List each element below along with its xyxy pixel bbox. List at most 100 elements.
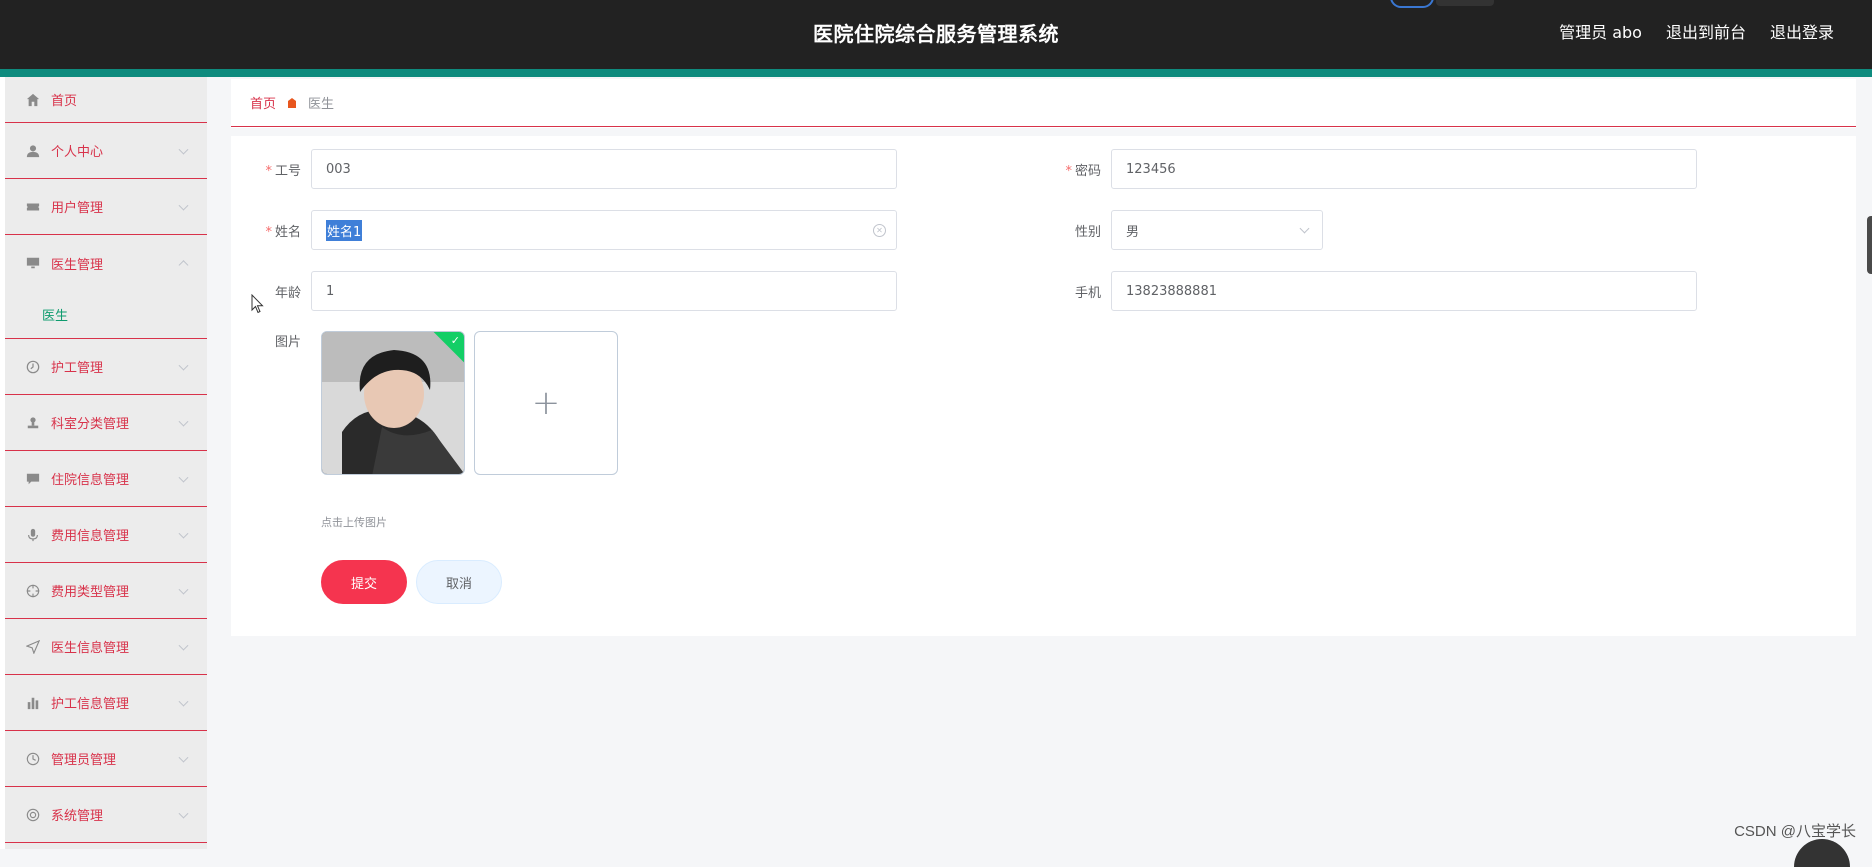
stamp-icon	[25, 415, 41, 431]
sidebar-item-label: 医生信息管理	[51, 637, 129, 656]
chevron-down-icon	[179, 416, 189, 426]
phone-row: 手机 13823888881	[1031, 271, 1697, 311]
chevron-down-icon	[179, 808, 189, 818]
breadcrumb-separator-icon	[286, 97, 298, 109]
sidebar-item-nurse-info-management[interactable]: 护工信息管理	[5, 675, 207, 731]
picture-label-row: 图片	[231, 331, 311, 350]
gender-row: 性别 男	[1031, 210, 1323, 250]
age-input[interactable]: 1	[311, 271, 897, 311]
check-icon: ✓	[451, 334, 460, 347]
upload-tip: 点击上传图片	[321, 514, 387, 530]
phone-label: 手机	[1031, 282, 1111, 301]
sidebar-item-admin-management[interactable]: 管理员管理	[5, 731, 207, 787]
name-input[interactable]: 姓名1 ✕	[311, 210, 897, 250]
job-no-input[interactable]: 003	[311, 149, 897, 189]
home-icon	[25, 92, 41, 108]
breadcrumb-home[interactable]: 首页	[250, 93, 276, 112]
sidebar-item-doctor-info-management[interactable]: 医生信息管理	[5, 619, 207, 675]
avatar-label	[1436, 0, 1494, 6]
top-header: 医院住院综合服务管理系统 管理员 abo 退出到前台 退出登录	[0, 0, 1872, 70]
password-label: *密码	[1031, 160, 1111, 179]
chevron-up-icon	[179, 260, 189, 270]
chevron-down-icon	[179, 472, 189, 482]
picture-label: 图片	[231, 331, 311, 350]
gender-select-value: 男	[1126, 221, 1139, 240]
location-arrow-icon	[25, 639, 41, 655]
chevron-down-icon	[179, 640, 189, 650]
clock-icon	[25, 359, 41, 375]
sidebar-item-label: 系统管理	[51, 805, 103, 824]
gender-select[interactable]: 男	[1111, 210, 1323, 250]
age-label: 年龄	[231, 282, 311, 301]
floating-widget	[1794, 839, 1850, 867]
password-row: *密码 123456	[1031, 149, 1697, 189]
sidebar-item-label: 医生管理	[51, 254, 103, 273]
upload-add-button[interactable]: +	[474, 331, 618, 475]
sidebar-menu: 首页 个人中心 用户管理 医生管理 医生 护工管理 科室分类管理	[5, 77, 207, 849]
watermark: CSDN @八宝学长	[1734, 820, 1856, 841]
sidebar-item-label: 护工信息管理	[51, 693, 129, 712]
job-no-label: *工号	[231, 160, 311, 179]
sidebar-item-user-management[interactable]: 用户管理	[5, 179, 207, 235]
sidebar-item-department-management[interactable]: 科室分类管理	[5, 395, 207, 451]
mouse-cursor-icon	[251, 294, 265, 314]
chevron-down-icon	[179, 528, 189, 538]
sidebar-item-fee-management[interactable]: 费用信息管理	[5, 507, 207, 563]
to-front-link[interactable]: 退出到前台	[1666, 19, 1746, 43]
header-accent-bar	[0, 69, 1872, 77]
microphone-icon	[25, 527, 41, 543]
phone-input[interactable]: 13823888881	[1111, 271, 1697, 311]
required-mark: *	[1065, 164, 1072, 179]
clear-icon[interactable]: ✕	[873, 224, 886, 237]
chevron-down-icon	[179, 752, 189, 762]
sidebar-item-system-management[interactable]: 系统管理	[5, 787, 207, 843]
chevron-down-icon	[179, 584, 189, 594]
ticket-icon	[25, 199, 41, 215]
cancel-button[interactable]: 取消	[416, 560, 502, 604]
avatar[interactable]	[1390, 0, 1434, 8]
required-mark: *	[265, 225, 272, 240]
target-icon	[25, 583, 41, 599]
name-row: *姓名 姓名1 ✕	[231, 210, 897, 250]
name-input-value: 姓名1	[326, 220, 362, 241]
sidebar-item-personal-center[interactable]: 个人中心	[5, 123, 207, 179]
sidebar-item-doctor-management[interactable]: 医生管理	[5, 235, 207, 291]
sidebar-item-label: 个人中心	[51, 141, 103, 160]
time-icon	[25, 751, 41, 767]
breadcrumb-current: 医生	[308, 93, 334, 112]
chevron-down-icon	[179, 696, 189, 706]
sidebar-item-label: 管理员管理	[51, 749, 116, 768]
chevron-down-icon	[179, 144, 189, 154]
sidebar-item-fee-type-management[interactable]: 费用类型管理	[5, 563, 207, 619]
portrait-image	[322, 332, 465, 475]
submit-button[interactable]: 提交	[321, 560, 407, 604]
sidebar-item-nurse-management[interactable]: 护工管理	[5, 339, 207, 395]
current-user: 管理员 abo	[1559, 19, 1642, 43]
setting-icon	[25, 807, 41, 823]
age-row: 年龄 1	[231, 271, 897, 311]
chevron-down-icon	[179, 360, 189, 370]
sidebar-item-admission-management[interactable]: 住院信息管理	[5, 451, 207, 507]
sidebar-item-label: 首页	[51, 90, 77, 109]
sidebar-item-label: 科室分类管理	[51, 413, 129, 432]
sidebar-item-home[interactable]: 首页	[5, 77, 207, 123]
monitor-icon	[25, 255, 41, 271]
logout-link[interactable]: 退出登录	[1770, 19, 1834, 43]
uploaded-picture-thumbnail[interactable]: ✓	[321, 331, 465, 475]
sidebar-item-label: 费用类型管理	[51, 581, 129, 600]
chevron-down-icon	[1300, 224, 1310, 234]
sidebar-item-label: 住院信息管理	[51, 469, 129, 488]
breadcrumb-gap	[231, 128, 1856, 136]
scroll-handle[interactable]	[1867, 216, 1872, 274]
header-actions: 管理员 abo 退出到前台 退出登录	[1559, 19, 1834, 43]
gender-label: 性别	[1031, 221, 1111, 240]
job-no-row: *工号 003	[231, 149, 897, 189]
sidebar-subitem-doctor[interactable]: 医生	[5, 291, 207, 339]
sidebar-item-label: 费用信息管理	[51, 525, 129, 544]
sidebar-item-label: 护工管理	[51, 357, 103, 376]
name-label: *姓名	[231, 221, 311, 240]
required-mark: *	[265, 164, 272, 179]
chevron-down-icon	[179, 200, 189, 210]
password-input[interactable]: 123456	[1111, 149, 1697, 189]
bar-chart-icon	[25, 695, 41, 711]
